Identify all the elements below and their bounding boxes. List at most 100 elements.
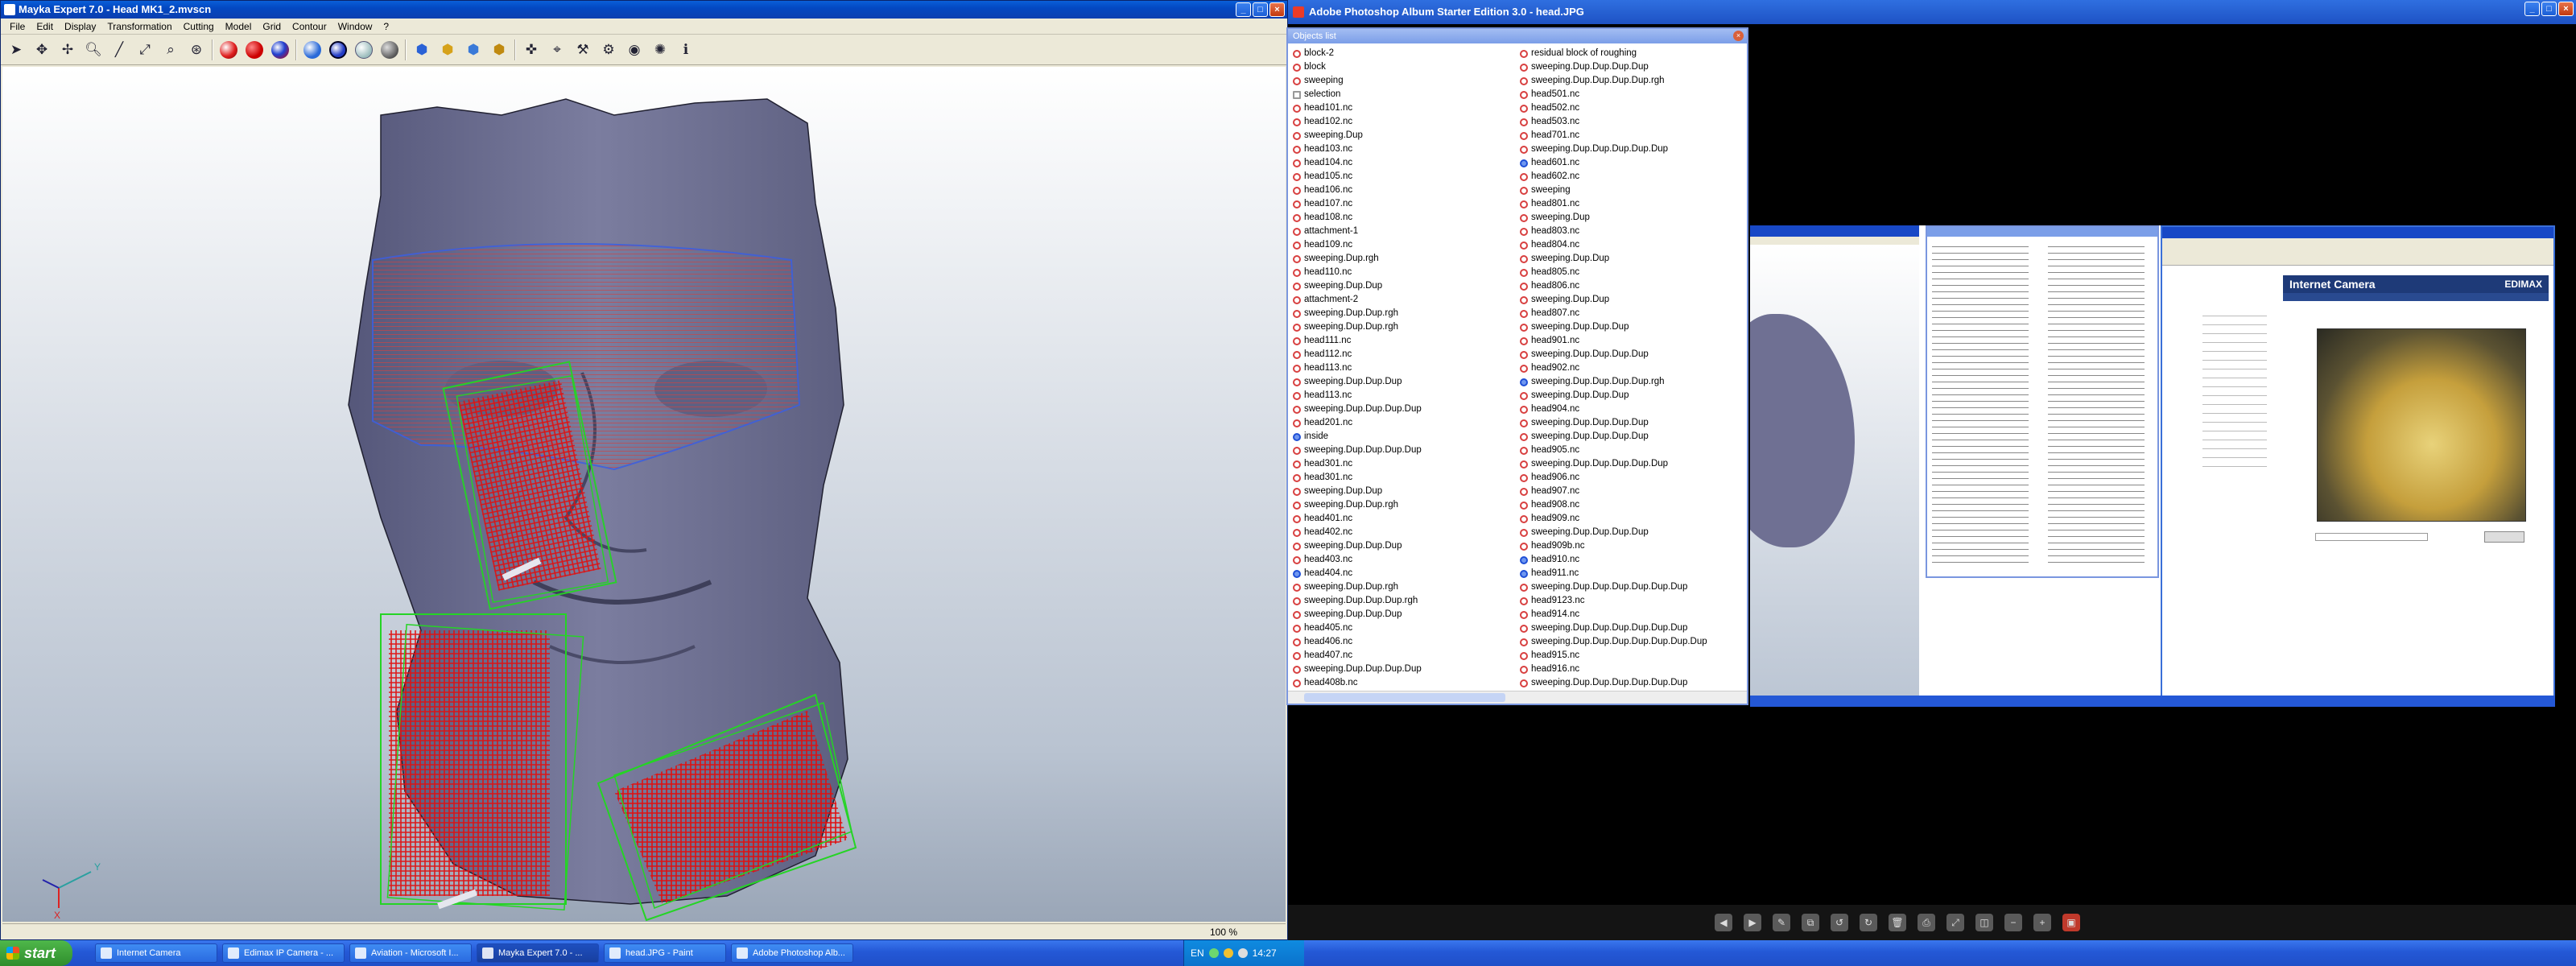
object-list-item[interactable]: head907.nc [1520, 485, 1747, 498]
object-list-item[interactable]: head916.nc [1520, 663, 1747, 676]
menu-transformation[interactable]: Transformation [101, 21, 177, 32]
object-list-item[interactable]: sweeping.Dup.Dup.Dup.rgh [1293, 594, 1520, 608]
object-list-item[interactable]: sweeping.Dup [1520, 211, 1747, 225]
object-list-item[interactable]: inside [1293, 430, 1520, 444]
object-list-item[interactable]: sweeping.Dup.Dup.rgh [1293, 498, 1520, 512]
object-list-item[interactable]: head908.nc [1520, 498, 1747, 512]
object-list-item[interactable]: head904.nc [1520, 402, 1747, 416]
ps-maximize-button[interactable]: □ [2541, 2, 2557, 16]
object-list-item[interactable]: sweeping.Dup.Dup.Dup [1293, 539, 1520, 553]
object-list-item[interactable]: head501.nc [1520, 88, 1747, 101]
shade-mode-icon[interactable] [328, 39, 349, 60]
menu-cutting[interactable]: Cutting [178, 21, 220, 32]
object-list-item[interactable]: sweeping.Dup.Dup [1520, 252, 1747, 266]
menu-edit[interactable]: Edit [31, 21, 59, 32]
object-list-item[interactable]: sweeping [1520, 184, 1747, 197]
photoshop-titlebar[interactable]: Adobe Photoshop Album Starter Edition 3.… [1288, 0, 2576, 24]
object-list-item[interactable]: head906.nc [1520, 471, 1747, 485]
copy-icon[interactable]: ⧉ [1802, 914, 1819, 931]
object-list-item[interactable]: head402.nc [1293, 526, 1520, 539]
object-list-item[interactable]: sweeping.Dup.Dup.Dup.Dup.Dup.Dup [1520, 676, 1747, 690]
cube-blue-icon[interactable]: ⬢ [411, 39, 432, 60]
zoom-in-icon[interactable]: + [2033, 914, 2051, 931]
object-list-item[interactable]: head909b.nc [1520, 539, 1747, 553]
cube-mixed-icon[interactable]: ⬢ [463, 39, 484, 60]
object-list-item[interactable]: sweeping [1293, 74, 1520, 88]
menu-help[interactable]: ? [378, 21, 394, 32]
ps-minimize-button[interactable]: _ [2524, 2, 2540, 16]
pan-icon[interactable]: ✢ [57, 39, 78, 60]
line-icon[interactable]: ╱ [109, 39, 130, 60]
task-mayka[interactable]: Mayka Expert 7.0 - ... [477, 943, 599, 963]
object-list-item[interactable]: head403.nc [1293, 553, 1520, 567]
object-list-item[interactable]: sweeping.Dup.Dup.Dup.Dup.rgh [1520, 375, 1747, 389]
object-list-item[interactable]: head701.nc [1520, 129, 1747, 142]
object-list-item[interactable]: head105.nc [1293, 170, 1520, 184]
task-paint[interactable]: head.JPG - Paint [604, 943, 726, 963]
rotate-left-icon[interactable]: ↺ [1831, 914, 1848, 931]
object-list-item[interactable]: head109.nc [1293, 238, 1520, 252]
fix-icon[interactable]: ✎ [1773, 914, 1790, 931]
menu-file[interactable]: File [4, 21, 31, 32]
object-list-item[interactable]: sweeping.Dup.Dup [1293, 485, 1520, 498]
object-list-item[interactable]: sweeping.Dup.Dup.Dup.Dup [1520, 526, 1747, 539]
zoom-out-icon[interactable]: − [2004, 914, 2022, 931]
object-list-item[interactable]: sweeping.Dup.Dup.Dup.Dup.Dup [1520, 457, 1747, 471]
settings-icon[interactable]: ✺ [650, 39, 671, 60]
object-list-item[interactable]: sweeping.Dup.Dup.Dup [1520, 320, 1747, 334]
task-aviation[interactable]: Aviation - Microsoft I... [349, 943, 472, 963]
fit-icon[interactable]: ⤢ [134, 39, 155, 60]
object-list-item[interactable]: head113.nc [1293, 389, 1520, 402]
object-list-item[interactable]: head104.nc [1293, 156, 1520, 170]
rotate-icon[interactable]: ✥ [31, 39, 52, 60]
object-list-item[interactable]: sweeping.Dup.Dup.Dup.Dup.Dup [1520, 142, 1747, 156]
object-list-item[interactable]: head401.nc [1293, 512, 1520, 526]
object-list-item[interactable]: sweeping.Dup.Dup.Dup.Dup [1293, 444, 1520, 457]
object-list-item[interactable]: head902.nc [1520, 361, 1747, 375]
actual-size-icon[interactable]: ◫ [1975, 914, 1993, 931]
object-list-item[interactable]: head102.nc [1293, 115, 1520, 129]
object-list-item[interactable]: attachment-2 [1293, 293, 1520, 307]
blue-red-sphere-icon[interactable] [270, 39, 291, 60]
object-list-item[interactable]: sweeping.Dup.Dup.Dup.Dup [1520, 60, 1747, 74]
measure-icon[interactable]: ⊛ [186, 39, 207, 60]
object-list-item[interactable]: head405.nc [1293, 621, 1520, 635]
object-list-item[interactable]: head805.nc [1520, 266, 1747, 279]
tool-icon[interactable]: ✜ [521, 39, 542, 60]
security-icon[interactable] [1223, 948, 1233, 958]
menu-window[interactable]: Window [332, 21, 378, 32]
language-indicator[interactable]: EN [1191, 947, 1204, 959]
object-list-item[interactable]: sweeping.Dup.Dup.Dup.Dup [1520, 416, 1747, 430]
object-list-item[interactable]: head9123.nc [1520, 594, 1747, 608]
objects-list-scrollbar[interactable] [1288, 691, 1747, 704]
objects-list-close-icon[interactable]: × [1733, 31, 1744, 41]
grey-sphere-icon[interactable] [379, 39, 400, 60]
task-edimax[interactable]: Edimax IP Camera - ... [222, 943, 345, 963]
object-list-item[interactable]: head804.nc [1520, 238, 1747, 252]
object-list-item[interactable]: head110.nc [1293, 266, 1520, 279]
object-list-item[interactable]: head909.nc [1520, 512, 1747, 526]
task-photoshop[interactable]: Adobe Photoshop Alb... [731, 943, 853, 963]
object-list-item[interactable]: head807.nc [1520, 307, 1747, 320]
object-list-item[interactable]: sweeping.Dup.Dup.rgh [1293, 320, 1520, 334]
object-list-item[interactable]: head301.nc [1293, 457, 1520, 471]
pointer-icon[interactable]: ➤ [6, 39, 27, 60]
scrollbar-thumb[interactable] [1304, 693, 1505, 702]
object-list-item[interactable]: head503.nc [1520, 115, 1747, 129]
minimize-button[interactable]: _ [1236, 2, 1251, 17]
object-list-item[interactable]: head106.nc [1293, 184, 1520, 197]
fit-screen-icon[interactable]: ⤢ [1946, 914, 1964, 931]
object-list-item[interactable]: sweeping.Dup.Dup.Dup.Dup.Dup.Dup.Dup [1520, 635, 1747, 649]
menu-model[interactable]: Model [220, 21, 258, 32]
mill-icon[interactable]: ⚒ [572, 39, 593, 60]
object-list-item[interactable]: head404.nc [1293, 567, 1520, 580]
object-list-item[interactable]: sweeping.Dup [1293, 129, 1520, 142]
zoom-window-icon[interactable]: ⌕ [160, 39, 181, 60]
red-sphere-icon[interactable] [218, 39, 239, 60]
red-shade-icon[interactable] [244, 39, 265, 60]
object-list-item[interactable]: sweeping.Dup.Dup.Dup.Dup [1520, 348, 1747, 361]
object-list-item[interactable]: head502.nc [1520, 101, 1747, 115]
object-list-item[interactable]: sweeping.Dup.Dup.Dup.Dup.Dup.Dup [1520, 621, 1747, 635]
object-list-item[interactable]: block-2 [1293, 47, 1520, 60]
task-internet-camera[interactable]: Internet Camera [95, 943, 217, 963]
